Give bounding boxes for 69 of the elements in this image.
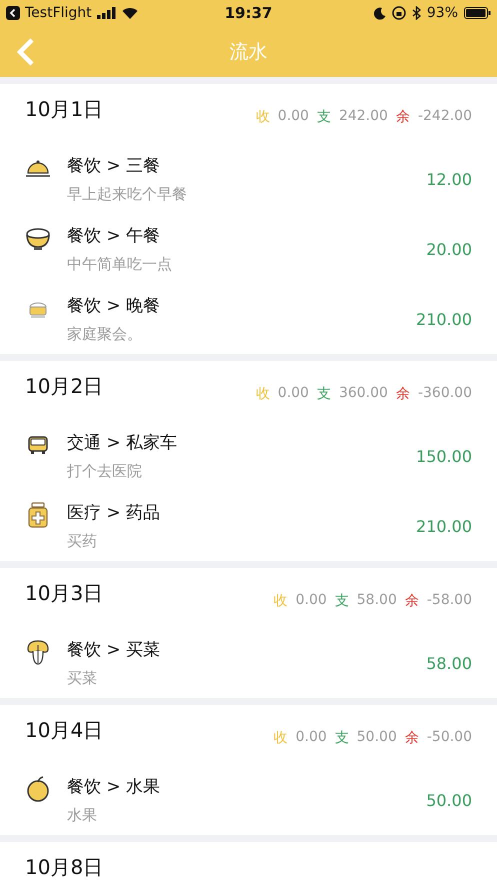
- day-date: 10月2日: [25, 373, 104, 400]
- stat-label: 余: [404, 729, 419, 747]
- stat-value: 242.00: [338, 108, 388, 126]
- apple-icon: [25, 776, 51, 802]
- stat-label: 支: [334, 729, 349, 747]
- day-date: 10月1日: [25, 96, 104, 123]
- entry-amount: 20.00: [426, 240, 472, 258]
- stat-label: 收: [274, 592, 288, 610]
- entry-row[interactable]: 交通 > 私家车 打个去医院 150.00: [0, 421, 497, 491]
- stat-value: 360.00: [338, 385, 388, 403]
- entry-row[interactable]: 餐饮 > 午餐 中午简单吃一点 20.00: [0, 214, 497, 284]
- bluetooth-icon: [412, 6, 421, 20]
- battery-icon: [464, 7, 491, 19]
- stat-label: 收: [256, 108, 270, 126]
- stat-value: 0.00: [296, 729, 327, 747]
- stat-label: 收: [256, 385, 270, 403]
- entry-row[interactable]: 医疗 > 药品 买药 210.00: [0, 491, 497, 561]
- entry-amount: 210.00: [416, 310, 472, 328]
- stat-label: 支: [316, 385, 331, 403]
- wifi-icon: [122, 7, 138, 19]
- entry-note: 打个去医院: [67, 462, 143, 481]
- entry-note: 水果: [67, 806, 98, 825]
- stat-value: 0.00: [278, 385, 309, 403]
- stat-value: -242.00: [418, 108, 472, 126]
- entry-amount: 210.00: [416, 516, 472, 536]
- stat-value: 0.00: [278, 108, 309, 126]
- day-date: 10月3日: [25, 580, 104, 607]
- entry-category: 医疗 > 药品: [67, 502, 162, 524]
- stat-value: -50.00: [426, 729, 472, 747]
- entry-category: 餐饮 > 晚餐: [67, 295, 162, 317]
- stat-label: 余: [404, 592, 419, 610]
- entry-category: 餐饮 > 水果: [67, 776, 162, 798]
- back-app-label[interactable]: TestFlight: [25, 5, 92, 21]
- entry-note: 早上起来吃个早餐: [67, 185, 188, 204]
- stat-label: 余: [396, 108, 410, 126]
- day-date: 10月4日: [25, 717, 104, 744]
- clock-time: 19:37: [224, 4, 272, 22]
- entry-row[interactable]: 餐饮 > 三餐 早上起来吃个早餐 12.00: [0, 144, 497, 214]
- entry-row[interactable]: 餐饮 > 水果 水果 50.00: [0, 765, 497, 835]
- entry-note: 买药: [67, 532, 98, 551]
- entry-note: 中午简单吃一点: [67, 255, 173, 274]
- stat-label: 余: [396, 385, 410, 403]
- stat-label: 支: [334, 592, 349, 610]
- day-date: 10月8日: [25, 854, 104, 881]
- stat-value: 58.00: [356, 592, 397, 610]
- battery-percent: 93%: [426, 5, 458, 21]
- entry-note: 买菜: [67, 669, 98, 688]
- entry-amount: 12.00: [426, 170, 472, 188]
- entry-amount: 50.00: [426, 790, 472, 810]
- stat-label: 支: [316, 108, 331, 126]
- entry-category: 交通 > 私家车: [67, 432, 178, 454]
- moon-icon: [374, 6, 386, 20]
- entry-category: 餐饮 > 买菜: [67, 639, 162, 661]
- entry-note: 家庭聚会。: [67, 325, 143, 344]
- back-app-icon: [6, 6, 20, 20]
- stat-value: 50.00: [356, 729, 397, 747]
- entry-category: 餐饮 > 三餐: [67, 155, 162, 177]
- stat-value: -360.00: [418, 385, 472, 403]
- signal-icon: [96, 7, 117, 19]
- page-title: 流水: [230, 40, 268, 64]
- entry-amount: 150.00: [416, 446, 472, 466]
- stat-value: 0.00: [296, 592, 327, 610]
- entry-amount: 58.00: [426, 654, 472, 672]
- entry-category: 餐饮 > 午餐: [67, 225, 162, 247]
- stat-value: -58.00: [426, 592, 472, 610]
- entry-row[interactable]: 餐饮 > 买菜 买菜 58.00: [0, 628, 497, 698]
- entry-row[interactable]: 餐饮 > 晚餐 家庭聚会。 210.00: [0, 284, 497, 354]
- rotation-lock-icon: [392, 6, 406, 20]
- stat-label: 收: [274, 729, 288, 747]
